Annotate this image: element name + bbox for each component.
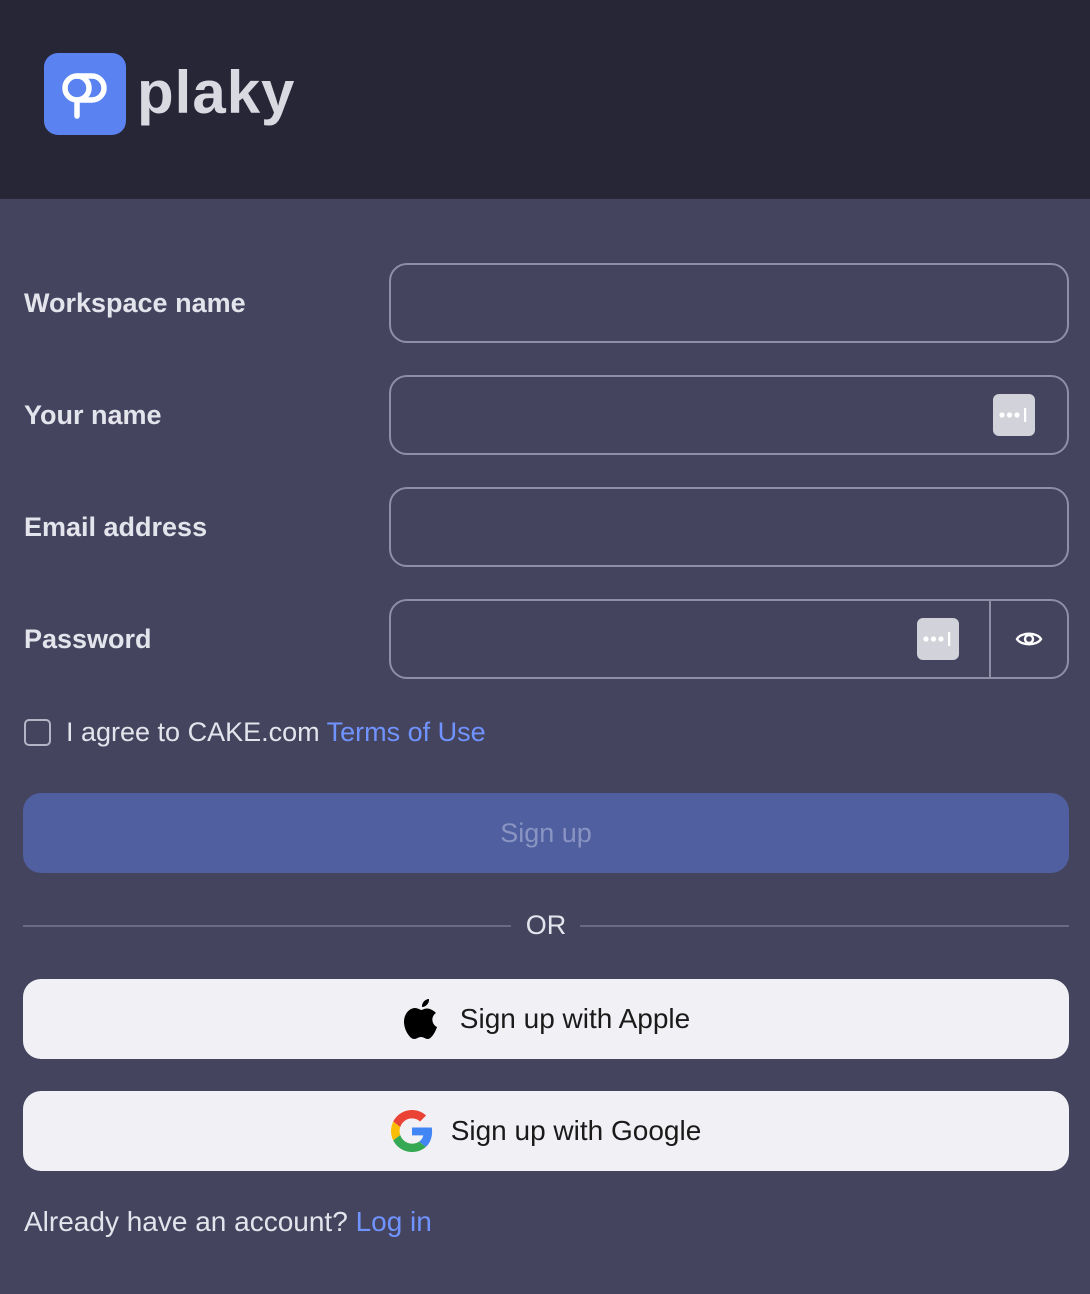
terms-text: I agree to CAKE.com: [66, 716, 320, 747]
or-divider: OR: [23, 907, 1069, 943]
password-row: Password: [0, 599, 1090, 679]
login-prompt-text: Already have an account?: [24, 1206, 348, 1237]
app-header: plaky: [0, 0, 1090, 199]
terms-of-use-link[interactable]: Terms of Use: [327, 717, 486, 747]
email-field[interactable]: [389, 487, 1069, 567]
email-input[interactable]: [391, 489, 1067, 565]
email-label: Email address: [24, 511, 208, 542]
name-input[interactable]: [391, 377, 1067, 453]
password-field[interactable]: [389, 599, 1069, 679]
terms-checkbox[interactable]: [24, 718, 51, 746]
plaky-logo-icon: [44, 53, 126, 135]
google-icon: [390, 1110, 433, 1152]
google-signup-label: Sign up with Google: [450, 1115, 702, 1146]
email-row: Email address: [0, 487, 1090, 567]
name-label: Your name: [24, 399, 162, 430]
password-input[interactable]: [391, 601, 991, 677]
workspace-row: Workspace name: [0, 263, 1090, 343]
signup-form: Workspace name Your name Email address P: [0, 199, 1090, 1294]
eye-icon: [1015, 632, 1043, 646]
workspace-field[interactable]: [389, 263, 1069, 343]
password-manager-icon[interactable]: [917, 618, 959, 660]
password-manager-icon[interactable]: [993, 394, 1035, 436]
show-password-button[interactable]: [989, 601, 1067, 677]
login-link[interactable]: Log in: [356, 1206, 432, 1237]
apple-signup-label: Sign up with Apple: [459, 1003, 691, 1034]
divider-line-right: [580, 925, 1069, 927]
terms-agreement: I agree to CAKE.com Terms of Use: [24, 714, 486, 750]
password-label: Password: [24, 623, 152, 654]
google-signup-button[interactable]: Sign up with Google: [23, 1091, 1069, 1171]
workspace-label: Workspace name: [24, 287, 246, 318]
name-row: Your name: [0, 375, 1090, 455]
signup-button[interactable]: Sign up: [23, 793, 1069, 873]
apple-icon: [402, 997, 442, 1041]
name-field[interactable]: [389, 375, 1069, 455]
workspace-input[interactable]: [391, 265, 1067, 341]
login-prompt: Already have an account? Log in: [24, 1206, 432, 1238]
apple-signup-button[interactable]: Sign up with Apple: [23, 979, 1069, 1059]
brand-name: plaky: [137, 59, 296, 126]
